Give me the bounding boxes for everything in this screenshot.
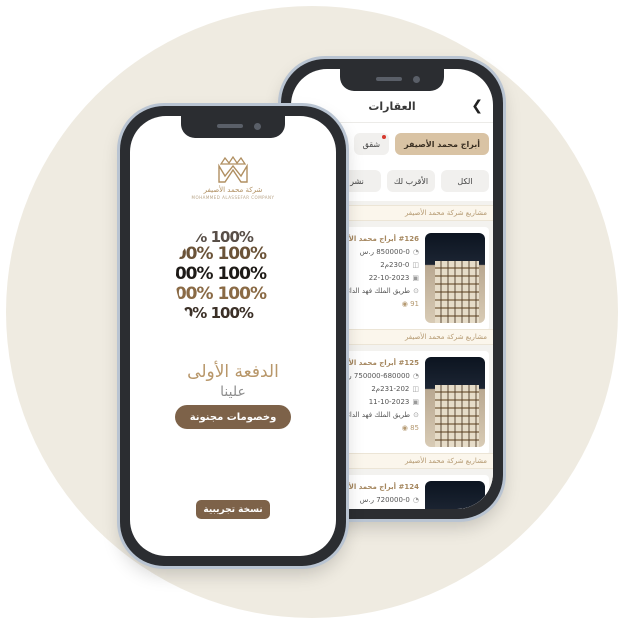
location-pin-icon: ⊙ xyxy=(413,411,419,419)
property-price: 750000-680000 ر.س xyxy=(338,372,410,380)
property-date: 22-10-2023 xyxy=(368,274,410,282)
area-icon: ◫ xyxy=(412,261,419,269)
property-price: 850000-0 ر.س xyxy=(359,248,410,256)
hundred-text: 100% xyxy=(176,244,214,264)
property-photo xyxy=(425,357,485,447)
chip-label: الأقرب لك xyxy=(393,176,429,186)
property-area: 231-202م2 xyxy=(371,385,410,393)
area-icon: ◫ xyxy=(412,385,419,393)
crown-logo-icon xyxy=(218,155,248,183)
property-photo xyxy=(425,233,485,323)
promo-phone: شركة محمد الأصيفر MOHAMMED ALASSEFAR COM… xyxy=(120,106,346,566)
company-name-en: MOHAMMED ALASSEFAR COMPANY xyxy=(191,195,275,200)
hundred-text: 100% xyxy=(176,304,207,322)
hundred-text: 100% xyxy=(217,284,267,304)
promo-subline: علينا xyxy=(220,384,246,400)
chip-label: أبراج محمد الأصيفر xyxy=(404,139,480,149)
hundred-text: 100% xyxy=(210,304,254,322)
page-title: العقارات xyxy=(368,100,416,113)
notification-badge xyxy=(382,135,387,139)
hundred-text: 100% xyxy=(176,284,214,304)
speaker xyxy=(376,77,402,81)
phone-notch xyxy=(340,69,444,91)
hundred-text: 100% xyxy=(217,264,267,284)
hundred-percent-graphic: 100% 100% 100% 100% 100% 100% 100% 100% … xyxy=(176,226,296,332)
property-date: 11-10-2023 xyxy=(368,398,410,406)
chevron-left-icon[interactable]: ❮ xyxy=(471,98,483,114)
chip-all[interactable]: الكل xyxy=(441,170,489,192)
chip-label: نشر xyxy=(350,176,364,186)
price-icon: ◔ xyxy=(412,496,419,504)
speaker xyxy=(217,124,243,128)
promo-screen: شركة محمد الأصيفر MOHAMMED ALASSEFAR COM… xyxy=(130,116,336,556)
promo-headline: الدفعة الأولى xyxy=(187,362,279,382)
hundred-text: 100% xyxy=(217,244,267,264)
company-name: شركة محمد الأصيفر xyxy=(203,186,263,194)
camera xyxy=(413,76,420,83)
calendar-icon: ▣ xyxy=(412,274,419,282)
property-area: 230-0م2 xyxy=(380,261,410,269)
chip-apartments[interactable]: شقق xyxy=(353,133,390,155)
camera xyxy=(254,123,261,130)
eye-icon: ◉ xyxy=(401,424,408,432)
phone-notch xyxy=(181,116,285,138)
chip-nearest[interactable]: الأقرب لك xyxy=(387,170,435,192)
property-views: 91 xyxy=(410,300,419,308)
property-views: 85 xyxy=(410,424,419,432)
chip-label: الكل xyxy=(457,176,473,186)
eye-icon: ◉ xyxy=(401,300,408,308)
price-icon: ◔ xyxy=(412,372,419,380)
calendar-icon: ▣ xyxy=(412,398,419,406)
location-pin-icon: ⊙ xyxy=(413,287,419,295)
property-price: 720000-0 ر.س xyxy=(359,496,410,504)
discount-button[interactable]: وخصومات مجنونة xyxy=(175,405,291,429)
chip-project-filter[interactable]: أبراج محمد الأصيفر xyxy=(395,133,489,155)
hundred-text: 100% xyxy=(176,264,214,284)
chip-label: شقق xyxy=(362,139,381,149)
company-logo: شركة محمد الأصيفر MOHAMMED ALASSEFAR COM… xyxy=(173,154,293,200)
property-photo xyxy=(425,481,485,509)
price-icon: ◔ xyxy=(412,248,419,256)
trial-version-button[interactable]: نسخة تجريبية xyxy=(196,500,270,519)
